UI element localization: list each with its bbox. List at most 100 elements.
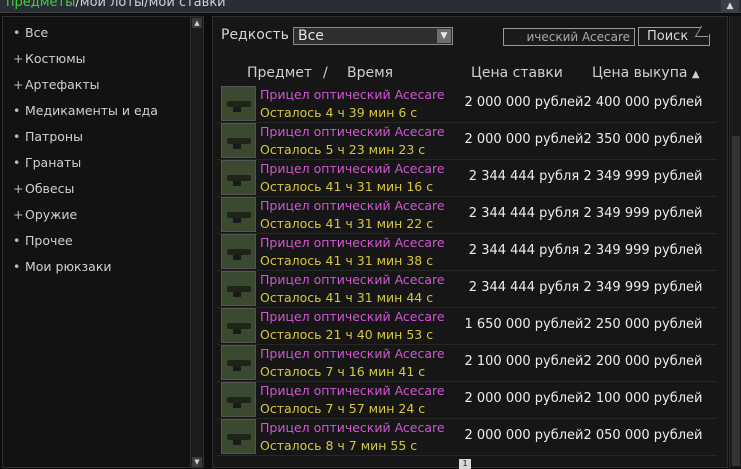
sidebar-item-label: Оружие (25, 207, 78, 222)
sidebar-item-ammo[interactable]: • Патроны (13, 129, 83, 144)
tab-items[interactable]: предметы (6, 0, 75, 10)
sidebar-item-my-backpacks[interactable]: • Мои рюкзаки (13, 259, 112, 274)
bid-price: 2 000 000 рублей (464, 132, 584, 147)
table-row[interactable]: Прицел оптический Acecare Осталось 4 ч 3… (217, 85, 717, 123)
item-name: Прицел оптический Acecare (260, 124, 445, 139)
time-left: Осталось 8 ч 7 мин 55 с (260, 438, 418, 453)
chevron-down-icon[interactable]: ▼ (437, 29, 451, 43)
time-left: Осталось 41 ч 31 мин 22 с (260, 216, 434, 231)
collapse-arrow-icon[interactable]: ▲ (721, 0, 739, 12)
bid-price: 2 344 444 рубля (468, 206, 580, 221)
optical-scope-icon (221, 123, 256, 158)
table-row[interactable]: Прицел оптический Acecare Осталось 41 ч … (217, 159, 717, 197)
corner-decoration (694, 26, 715, 37)
buyout-price: 2 349 999 рублей (583, 243, 703, 258)
time-left: Осталось 7 ч 16 мин 41 с (260, 364, 426, 379)
time-left: Осталось 7 ч 57 мин 24 с (260, 401, 426, 416)
sidebar-item-attachments[interactable]: + Обвесы (13, 181, 74, 196)
optical-scope-icon (221, 197, 256, 232)
buyout-price: 2 050 000 рублей (583, 428, 703, 443)
sidebar-item-grenades[interactable]: • Гранаты (13, 155, 81, 170)
buyout-price: 2 100 000 рублей (583, 391, 703, 406)
sidebar-item-weapons[interactable]: + Оружие (13, 207, 77, 222)
sidebar-item-other[interactable]: • Прочее (13, 233, 73, 248)
search-button[interactable]: Поиск (638, 26, 715, 46)
optical-scope-icon (221, 234, 256, 269)
item-name: Прицел оптический Acecare (260, 383, 445, 398)
tab-my-bids[interactable]: мои ставки (149, 0, 226, 10)
bullet-icon: • (13, 103, 21, 118)
item-name: Прицел оптический Acecare (260, 198, 445, 213)
rarity-label: Редкость (221, 27, 289, 43)
bid-price: 2 344 444 рубля (468, 243, 580, 258)
sidebar-item-label: Прочее (25, 233, 73, 248)
time-left: Осталось 21 ч 40 мин 53 с (260, 327, 434, 342)
sidebar-item-label: Обвесы (25, 181, 75, 196)
table-row[interactable]: Прицел оптический Acecare Осталось 21 ч … (217, 307, 717, 345)
sidebar-item-artifacts[interactable]: + Артефакты (13, 77, 100, 92)
search-field[interactable] (503, 28, 635, 46)
item-name: Прицел оптический Acecare (260, 309, 445, 324)
sidebar-scrollbar[interactable]: ▲ ▼ (190, 17, 203, 467)
optical-scope-icon (221, 86, 256, 121)
sidebar-item-all[interactable]: • Все (13, 25, 48, 40)
buyout-price: 2 400 000 рублей (583, 95, 703, 110)
optical-scope-icon (221, 419, 256, 454)
sidebar-item-label: Медикаменты и еда (25, 103, 158, 118)
column-header-separator: / (323, 65, 328, 81)
optical-scope-icon (221, 382, 256, 417)
expand-icon: + (13, 181, 24, 196)
column-header-bid[interactable]: Цена ставки (471, 65, 563, 81)
bid-price: 2 000 000 рублей (464, 428, 584, 443)
bid-price: 2 000 000 рублей (464, 391, 584, 406)
sidebar-item-label: Патроны (25, 129, 83, 144)
item-name: Прицел оптический Acecare (260, 346, 445, 361)
optical-scope-icon (221, 345, 256, 380)
item-name: Прицел оптический Acecare (260, 235, 445, 250)
table-row[interactable]: Прицел оптический Acecare Осталось 7 ч 1… (217, 344, 717, 382)
bullet-icon: • (13, 129, 21, 144)
auction-panel: Редкость Все ▼ Поиск Предмет / Время Цен… (212, 16, 728, 469)
optical-scope-icon (221, 160, 256, 195)
column-header-item[interactable]: Предмет (247, 65, 312, 81)
expand-icon: + (13, 51, 24, 66)
sort-asc-icon: ▲ (691, 69, 700, 80)
scroll-up-icon[interactable]: ▲ (192, 18, 202, 28)
table-row[interactable]: Прицел оптический Acecare Осталось 8 ч 7… (217, 418, 717, 456)
search-button-label: Поиск (647, 29, 689, 44)
bid-price: 1 650 000 рублей (464, 317, 584, 332)
buyout-price: 2 349 999 рублей (583, 169, 703, 184)
buyout-price: 2 349 999 рублей (583, 280, 703, 295)
category-sidebar: • Все + Костюмы + Артефакты • Медикаменты и … (2, 16, 204, 468)
sidebar-item-label: Все (25, 25, 49, 40)
column-header-buyout[interactable]: Цена выкупа ▲ (592, 65, 700, 81)
time-left: Осталось 41 ч 31 мин 16 с (260, 179, 434, 194)
buyout-price: 2 350 000 рублей (583, 132, 703, 147)
bullet-icon: • (13, 25, 21, 40)
bullet-icon: • (13, 233, 21, 248)
bid-price: 2 344 444 рубля (468, 169, 580, 184)
rarity-select[interactable]: Все ▼ (293, 27, 453, 45)
table-row[interactable]: Прицел оптический Acecare Осталось 41 ч … (217, 196, 717, 234)
table-row[interactable]: Прицел оптический Acecare Осталось 5 ч 2… (217, 122, 717, 160)
table-row[interactable]: Прицел оптический Acecare Осталось 41 ч … (217, 233, 717, 271)
bullet-icon: • (13, 259, 21, 274)
sidebar-item-medkits-food[interactable]: • Медикаменты и еда (13, 103, 158, 118)
search-input[interactable] (504, 29, 634, 45)
sidebar-item-suits[interactable]: + Костюмы (13, 51, 86, 66)
scrollbar-thumb[interactable] (732, 136, 740, 466)
tab-my-lots[interactable]: мои лоты (80, 0, 144, 10)
buyout-price: 2 250 000 рублей (583, 317, 703, 332)
time-left: Осталось 5 ч 23 мин 23 с (260, 142, 426, 157)
item-name: Прицел оптический Acecare (260, 161, 445, 176)
scroll-down-icon[interactable]: ▼ (192, 457, 202, 467)
main-scrollbar[interactable] (729, 16, 741, 468)
sidebar-item-label: Мои рюкзаки (25, 259, 112, 274)
table-row[interactable]: Прицел оптический Acecare Осталось 7 ч 5… (217, 381, 717, 419)
bid-price: 2 100 000 рублей (464, 354, 584, 369)
bid-price: 2 000 000 рублей (464, 95, 584, 110)
column-header-time[interactable]: Время (347, 65, 393, 81)
table-row[interactable]: Прицел оптический Acecare Осталось 41 ч … (217, 270, 717, 308)
time-left: Осталось 41 ч 31 мин 44 с (260, 290, 434, 305)
expand-icon: + (13, 207, 24, 222)
